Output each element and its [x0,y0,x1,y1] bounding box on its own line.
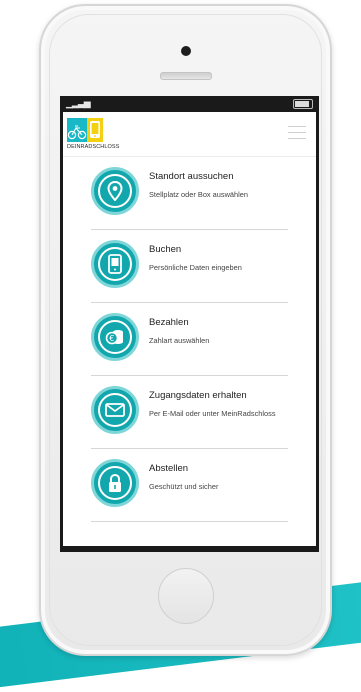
list-item[interactable]: Abstellen Geschützt und sicher [91,449,288,522]
camera-icon [180,46,191,56]
signal-icon: ▁▂▃▅ [66,99,91,109]
list-item[interactable]: € Bezahlen Zahlart auswählen [91,303,288,376]
item-title: Zugangsdaten erhalten [149,390,247,401]
item-subtitle: Geschützt und sicher [149,482,219,491]
item-subtitle: Persönliche Daten eingeben [149,263,242,272]
list-item[interactable]: Standort aussuchen Stellplatz oder Box a… [91,157,288,230]
item-subtitle: Per E-Mail oder unter MeinRadschloss [149,409,276,418]
logo[interactable]: DEINRADSCHLOSS [67,118,119,154]
item-title: Abstellen [149,463,189,474]
status-bar: ▁▂▃▅ [60,96,319,112]
item-subtitle: Zahlart auswählen [149,336,210,345]
location-pin-icon [91,167,139,215]
item-subtitle: Stellplatz oder Box auswählen [149,190,249,199]
item-title: Standort aussuchen [149,171,234,182]
item-title: Bezahlen [149,317,189,328]
bike-logo-icon [67,118,87,142]
hamburger-menu-icon[interactable] [288,126,306,140]
logo-wordmark: DEINRADSCHLOSS [67,144,120,150]
steps-list: Standort aussuchen Stellplatz oder Box a… [63,157,316,522]
list-item[interactable]: Zugangsdaten erhalten Per E-Mail oder un… [91,376,288,449]
list-item[interactable]: Buchen Persönliche Daten eingeben [91,230,288,303]
app-header: DEINRADSCHLOSS [63,112,316,157]
lock-logo-icon [87,118,103,142]
speaker-grille [159,72,212,80]
item-title: Buchen [149,244,182,255]
padlock-icon [91,459,139,507]
coins-icon: € [91,313,139,361]
app-view: DEINRADSCHLOSS Standort aussuchen Stellp… [63,112,316,546]
phone-screen: ▁▂▃▅ DEINRADSCHLOSS Standort aussuchen S… [60,96,319,552]
battery-icon [293,99,313,109]
home-button[interactable] [157,568,214,624]
envelope-icon [91,386,139,434]
mobile-phone-icon [91,240,139,288]
svg-text:€: € [109,334,114,343]
